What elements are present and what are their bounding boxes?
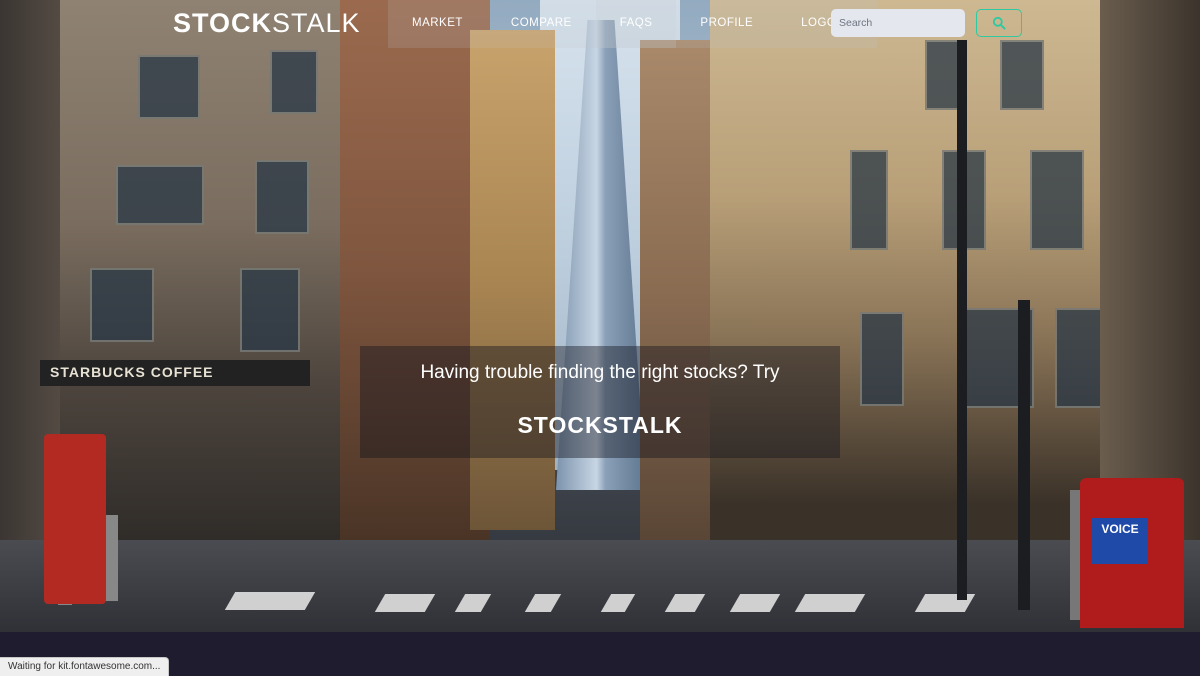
hero-brand: STOCKSTALK [517, 412, 683, 438]
signal-pole [1018, 300, 1030, 610]
crosswalk-stripe [374, 594, 436, 612]
search-button[interactable] [976, 9, 1022, 37]
mailbox: VOICE [1080, 478, 1184, 628]
window [860, 312, 904, 406]
brand-logo-bold: STOCK [173, 8, 273, 38]
building-right-edge [1100, 0, 1200, 560]
hero-tagline: Having trouble finding the right stocks?… [420, 362, 780, 383]
crosswalk-stripe [794, 594, 866, 612]
window [270, 50, 318, 114]
brand-logo[interactable]: STOCKSTALK [173, 8, 361, 39]
storefront-sign: STARBUCKS COFFEE [40, 360, 310, 386]
nav-item-faqs[interactable]: FAQS [595, 0, 677, 48]
mailbox-label: VOICE [1092, 518, 1148, 564]
window [90, 268, 154, 342]
window [1030, 150, 1084, 250]
hero-background-image: STARBUCKS COFFEE VOICE [0, 0, 1200, 632]
nav-item-profile[interactable]: PROFILE [676, 0, 777, 48]
browser-status-bar: Waiting for kit.fontawesome.com... [0, 657, 170, 676]
window [850, 150, 888, 250]
fire-call-box [44, 434, 106, 604]
building-left-brick [340, 0, 490, 540]
magnifier-icon [992, 16, 1006, 30]
main-nav: MARKET COMPARE FAQS PROFILE LOGOUT [388, 0, 877, 48]
window [116, 165, 204, 225]
nav-item-compare[interactable]: COMPARE [487, 0, 596, 48]
hero-panel: Having trouble finding the right stocks?… [360, 346, 840, 458]
nav-item-market[interactable]: MARKET [388, 0, 487, 48]
building-right-ornate [710, 0, 1130, 560]
crosswalk-stripe [224, 592, 316, 610]
window [1000, 40, 1044, 110]
brand-logo-light: STALK [272, 8, 361, 38]
bollard [104, 515, 118, 601]
page-footer-band [0, 632, 1200, 675]
window [240, 268, 300, 352]
window [138, 55, 200, 119]
search-input[interactable] [831, 9, 965, 37]
window [255, 160, 309, 234]
lamp-pole [957, 40, 967, 600]
